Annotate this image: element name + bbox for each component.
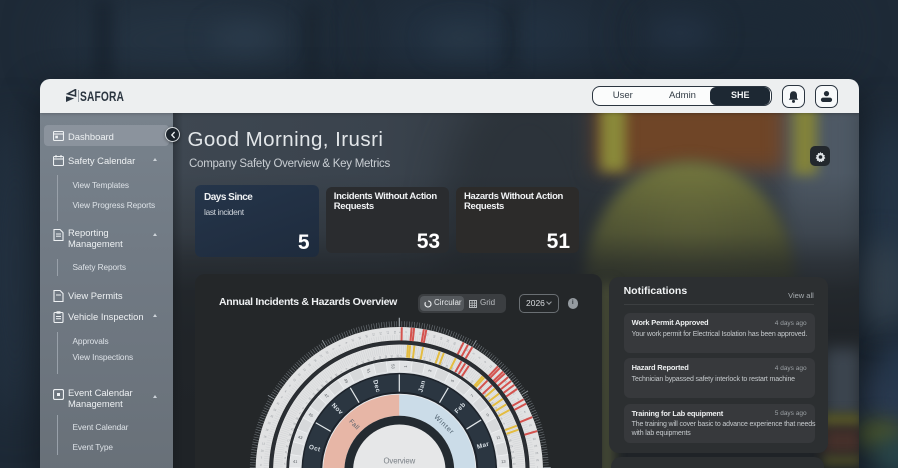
svg-text:Overview: Overview: [383, 457, 415, 466]
